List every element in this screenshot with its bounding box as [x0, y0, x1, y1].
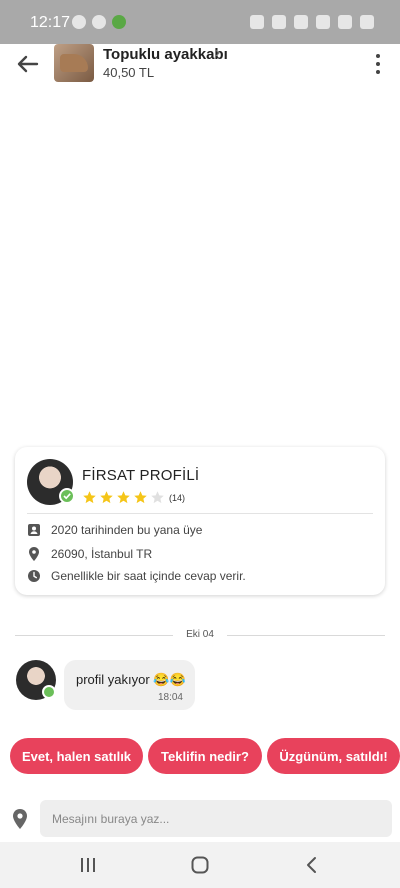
location-row: 26090, İstanbul TR — [27, 546, 152, 562]
message-text: profil yakıyor 😂😂 — [76, 672, 186, 687]
product-price: 40,50 TL — [103, 65, 155, 80]
map-pin-icon — [13, 809, 27, 829]
clock-icon — [28, 570, 40, 582]
more-dot — [376, 70, 380, 74]
product-thumbnail[interactable] — [54, 44, 94, 82]
quick-replies: Evet, halen satılık Teklifin nedir? Üzgü… — [10, 738, 400, 774]
signal-icon — [338, 15, 352, 29]
more-dot — [376, 62, 380, 66]
seller-name[interactable]: FİRSAT PROFİLİ — [82, 467, 199, 484]
arrow-left-icon — [17, 55, 39, 73]
status-system-icons — [250, 15, 374, 29]
map-pin-icon — [29, 547, 39, 561]
more-vertical-icon — [376, 54, 380, 58]
member-since-row: 2020 tarihinden bu yana üye — [27, 523, 202, 537]
seller-rating-stars — [82, 490, 165, 505]
id-card-icon — [28, 524, 40, 536]
back-button[interactable] — [14, 50, 42, 78]
system-navigation-bar — [0, 842, 400, 888]
nfc-icon — [294, 15, 308, 29]
message-time: 18:04 — [157, 692, 183, 703]
more-options-button[interactable] — [370, 50, 386, 78]
message-bubble[interactable]: profil yakıyor 😂😂 18:04 — [64, 660, 195, 710]
quick-reply-sold[interactable]: Üzgünüm, satıldı! — [267, 738, 400, 774]
wifi-icon — [316, 15, 330, 29]
star-filled-icon — [100, 491, 113, 504]
response-time-row: Genellikle bir saat içinde cevap verir. — [27, 569, 246, 583]
status-notification-icons — [72, 15, 126, 29]
share-location-button[interactable] — [11, 808, 29, 830]
card-divider — [27, 513, 373, 514]
verified-check-icon — [42, 685, 56, 699]
alarm-icon — [250, 15, 264, 29]
quick-reply-your-offer[interactable]: Teklifin nedir? — [148, 738, 262, 774]
star-empty-icon — [151, 491, 164, 504]
location-text: 26090, İstanbul TR — [51, 547, 153, 561]
star-filled-icon — [134, 491, 147, 504]
app-notification-icon — [112, 15, 126, 29]
shoe-image — [60, 54, 88, 72]
notification-icon — [72, 15, 86, 29]
member-since-text: 2020 tarihinden bu yana üye — [51, 523, 203, 537]
chevron-right-icon: › — [215, 44, 220, 61]
notification-icon — [92, 15, 106, 29]
status-time: 12:17 — [30, 14, 71, 31]
separator-line — [227, 635, 385, 636]
seller-profile-card[interactable]: FİRSAT PROFİLİ (14) 2020 tarihinden bu y… — [15, 447, 385, 595]
response-time-text: Genellikle bir saat içinde cevap verir. — [51, 569, 246, 583]
status-bar: 12:17 — [0, 0, 400, 44]
verified-check-icon — [59, 488, 75, 504]
message-input[interactable] — [40, 800, 392, 837]
mute-icon — [272, 15, 286, 29]
recent-apps-icon[interactable] — [78, 856, 98, 874]
review-count: (14) — [169, 493, 186, 503]
star-filled-icon — [117, 491, 130, 504]
star-filled-icon — [83, 491, 96, 504]
nav-back-icon[interactable] — [302, 855, 322, 875]
home-icon[interactable] — [190, 855, 210, 875]
quick-reply-still-available[interactable]: Evet, halen satılık — [10, 738, 143, 774]
battery-icon — [360, 15, 374, 29]
chat-header: Topuklu ayakkabı › 40,50 TL — [0, 44, 400, 84]
product-title[interactable]: Topuklu ayakkabı — [103, 46, 228, 63]
date-separator: Eki 04 — [15, 627, 385, 643]
